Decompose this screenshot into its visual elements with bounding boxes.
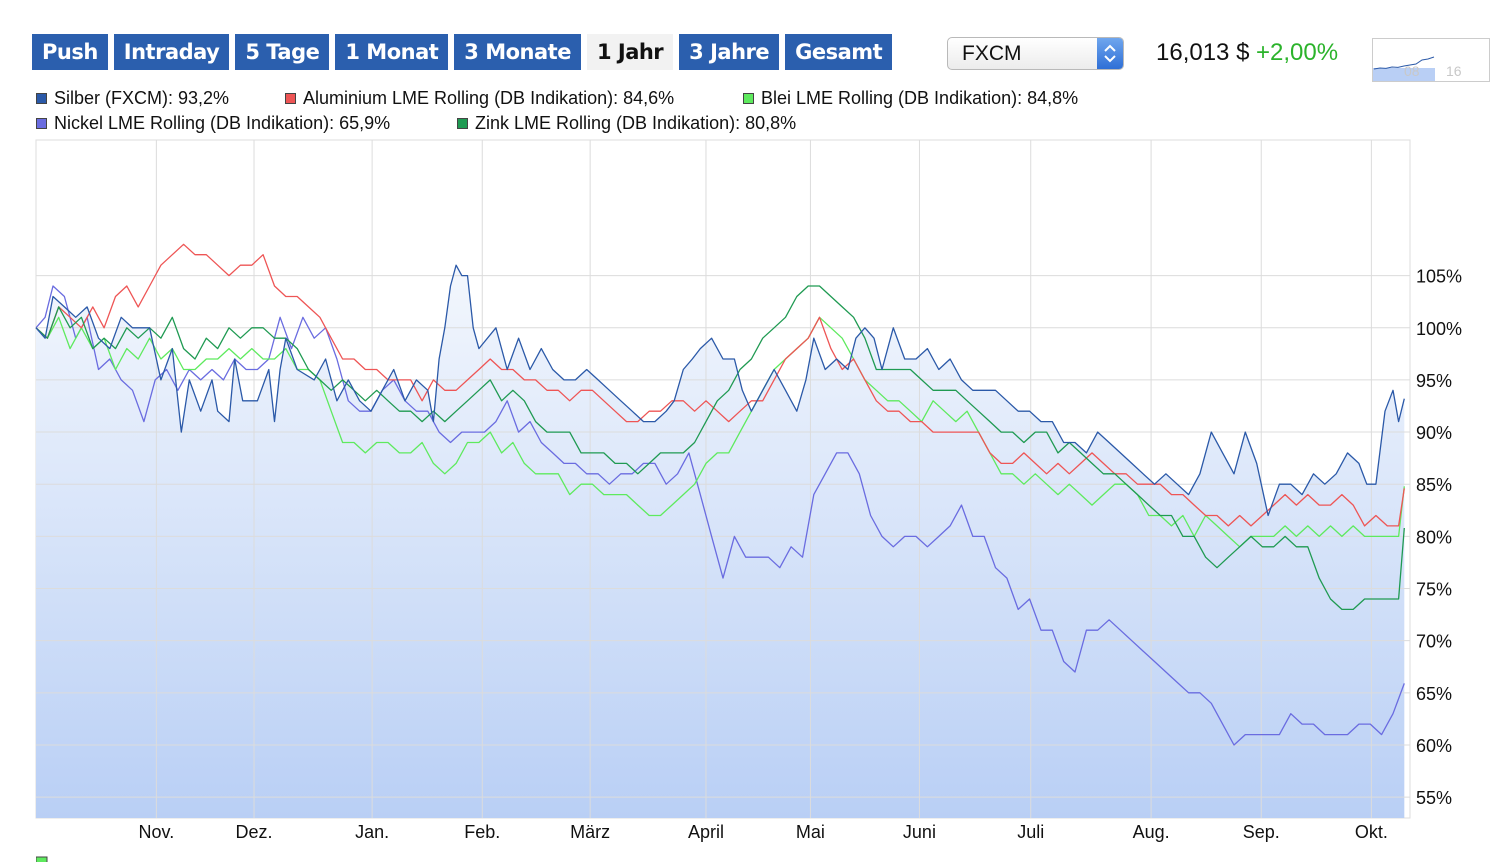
y-tick-label: 70% [1416, 632, 1452, 652]
tab-1-jahr[interactable]: 1 Jahr [586, 34, 674, 70]
tab-3-monate[interactable]: 3 Monate [454, 34, 581, 70]
y-tick-label: 65% [1416, 684, 1452, 704]
x-tick-label: Nov. [139, 822, 175, 842]
exchange-select[interactable]: FXCM [947, 37, 1124, 70]
y-tick-label: 100% [1416, 319, 1462, 339]
tab-1-monat[interactable]: 1 Monat [335, 34, 449, 70]
x-tick-label: Juni [903, 822, 936, 842]
y-tick-label: 80% [1416, 527, 1452, 547]
y-tick-label: 60% [1416, 736, 1452, 756]
legend-swatch [36, 93, 47, 104]
y-tick-label: 90% [1416, 423, 1452, 443]
tab-intraday[interactable]: Intraday [113, 34, 230, 70]
exchange-value: FXCM [962, 41, 1022, 65]
volume-legend-swatch [36, 856, 48, 862]
x-tick-label: Okt. [1355, 822, 1388, 842]
legend-swatch [743, 93, 754, 104]
line-chart: 55% 60% 65% 70% 75% 80% 85% 90% 95% 100% 105% Nov. D… [35, 139, 1462, 842]
tab-5-tage[interactable]: 5 Tage [235, 34, 330, 70]
legend-label: Silber (FXCM): 93,2% [54, 88, 230, 108]
x-tick-label: Juli [1017, 822, 1044, 842]
mini-chart-label: 08 [1404, 63, 1420, 79]
y-tick-label: 85% [1416, 475, 1452, 495]
quote-change: +2,00% [1256, 39, 1339, 66]
y-tick-label: 95% [1416, 371, 1452, 391]
y-tick-label: 105% [1416, 267, 1462, 287]
legend-item[interactable]: Silber (FXCM): 93,2% [36, 88, 229, 109]
chart-legend: Silber (FXCM): 93,2% Aluminium LME Rollin… [36, 88, 1136, 138]
mini-chart[interactable]: 08 16 [1372, 38, 1490, 82]
legend-item[interactable]: Zink LME Rolling (DB Indikation): 80,8% [457, 113, 796, 134]
tab-gesamt[interactable]: Gesamt [785, 34, 893, 70]
x-tick-label: April [688, 822, 724, 842]
legend-label: Nickel LME Rolling (DB Indikation): 65,9… [54, 113, 391, 133]
legend-label: Blei LME Rolling (DB Indikation): 84,8% [761, 88, 1079, 108]
tab-push[interactable]: Push [32, 34, 108, 70]
legend-item[interactable]: Aluminium LME Rolling (DB Indikation): 8… [285, 88, 674, 109]
legend-swatch [285, 93, 296, 104]
timeframe-tabs: Push Intraday 5 Tage 1 Monat 3 Monate 1 Jahr 3… [32, 34, 893, 70]
legend-item[interactable]: Blei LME Rolling (DB Indikation): 84,8% [743, 88, 1078, 109]
tab-3-jahre[interactable]: 3 Jahre [679, 34, 780, 70]
x-tick-label: Sep. [1243, 822, 1280, 842]
legend-label: Zink LME Rolling (DB Indikation): 80,8% [475, 113, 797, 133]
legend-swatch [36, 118, 47, 129]
x-tick-label: März [570, 822, 610, 842]
x-tick-label: Jan. [355, 822, 389, 842]
legend-label: Aluminium LME Rolling (DB Indikation): 8… [303, 88, 675, 108]
legend-item[interactable]: Nickel LME Rolling (DB Indikation): 65,9… [36, 113, 390, 134]
select-arrows-icon [1097, 38, 1123, 69]
x-tick-label: Aug. [1133, 822, 1170, 842]
x-tick-label: Dez. [236, 822, 273, 842]
y-tick-label: 75% [1416, 580, 1452, 600]
x-tick-label: Feb. [464, 822, 500, 842]
y-tick-label: 55% [1416, 788, 1452, 808]
quote-price: 16,013 $ [1156, 39, 1250, 66]
legend-swatch [457, 118, 468, 129]
mini-chart-label: 16 [1446, 63, 1462, 79]
x-tick-label: Mai [796, 822, 825, 842]
